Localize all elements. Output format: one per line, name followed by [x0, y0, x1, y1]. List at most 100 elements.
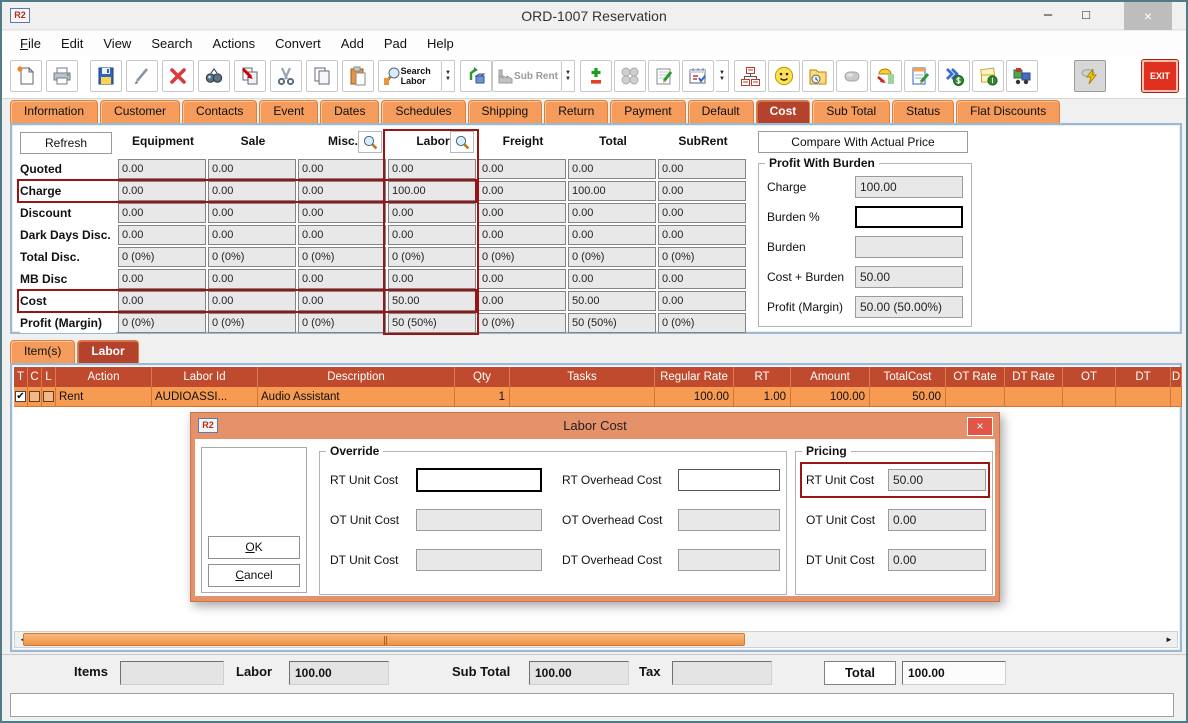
col-c[interactable]: C [28, 367, 42, 387]
convert-button[interactable] [460, 60, 492, 92]
close-button[interactable]: × [1124, 2, 1172, 30]
col-action[interactable]: Action [56, 367, 152, 387]
menu-actions[interactable]: Actions [203, 34, 266, 53]
tab-contacts[interactable]: Contacts [182, 100, 257, 123]
sub-rent-button[interactable]: Sub Rent [492, 60, 562, 92]
col-ot-rate[interactable]: OT Rate [946, 367, 1005, 387]
l-checkbox[interactable] [43, 391, 54, 402]
c-checkbox[interactable] [29, 391, 40, 402]
truck-goods-icon [1011, 65, 1033, 87]
labor-search-button[interactable] [450, 131, 474, 153]
misc-search-button[interactable] [358, 131, 382, 153]
tab-labor[interactable]: Labor [77, 340, 138, 363]
cancel-button[interactable]: Cancel [208, 564, 300, 587]
shipping-truck-button[interactable] [1006, 60, 1038, 92]
col-rt[interactable]: RT [734, 367, 791, 387]
scroll-right-button[interactable]: ► [1161, 632, 1177, 647]
copy-button[interactable] [306, 60, 338, 92]
col-t[interactable]: T [14, 367, 28, 387]
tab-schedules[interactable]: Schedules [381, 100, 465, 123]
billing-notes-button[interactable] [972, 60, 1004, 92]
tab-dates[interactable]: Dates [320, 100, 379, 123]
cost-cell: 0.00 [298, 203, 386, 223]
minimize-button[interactable]: – [1032, 2, 1064, 30]
print-button[interactable] [46, 60, 78, 92]
col-d[interactable]: D [1171, 367, 1182, 387]
col-ot[interactable]: OT [1063, 367, 1116, 387]
delete-button[interactable] [162, 60, 194, 92]
menu-search[interactable]: Search [141, 34, 202, 53]
status-bar-input[interactable] [10, 693, 1174, 717]
save-button[interactable] [90, 60, 122, 92]
tab-cost[interactable]: Cost [756, 100, 811, 123]
tab-return[interactable]: Return [544, 100, 608, 123]
burden-pct-input[interactable] [855, 206, 963, 228]
col-l[interactable]: L [42, 367, 56, 387]
notes-button[interactable] [648, 60, 680, 92]
col-description[interactable]: Description [258, 367, 455, 387]
search-labor-button[interactable]: Search Labor [378, 60, 442, 92]
scrollbar-thumb[interactable] [23, 633, 745, 646]
col-dt-rate[interactable]: DT Rate [1005, 367, 1063, 387]
col-qty[interactable]: Qty [455, 367, 510, 387]
rt-unit-cost-input[interactable] [416, 468, 542, 492]
col-labor-id[interactable]: Labor Id [152, 367, 258, 387]
calendar-button[interactable] [682, 60, 714, 92]
tab-event[interactable]: Event [259, 100, 318, 123]
refresh-button[interactable]: Refresh [20, 132, 112, 154]
maximize-button[interactable]: □ [1070, 2, 1102, 30]
edit-pen-button[interactable] [126, 60, 158, 92]
menu-convert[interactable]: Convert [265, 34, 331, 53]
col-amount[interactable]: Amount [791, 367, 870, 387]
menu-add[interactable]: Add [331, 34, 374, 53]
col-dt[interactable]: DT [1116, 367, 1171, 387]
dialog-body: OK Cancel Override RT Unit Cost RT Overh… [195, 439, 995, 596]
tab-payment[interactable]: Payment [610, 100, 685, 123]
tab-items[interactable]: Item(s) [10, 340, 75, 363]
rt-overhead-cost-input[interactable] [678, 469, 780, 491]
col-total-cost[interactable]: TotalCost [870, 367, 946, 387]
menu-help[interactable]: Help [417, 34, 464, 53]
menu-view[interactable]: View [93, 34, 141, 53]
dialog-close-button[interactable]: × [967, 417, 993, 436]
cost-cell: 0.00 [658, 203, 746, 223]
cell-amount: 100.00 [791, 387, 870, 406]
tab-sub-total[interactable]: Sub Total [812, 100, 890, 123]
tab-default[interactable]: Default [688, 100, 754, 123]
payment-forward-button[interactable] [938, 60, 970, 92]
tab-flat-discounts[interactable]: Flat Discounts [956, 100, 1060, 123]
calendar-dropdown[interactable]: ▼▼ [716, 60, 729, 92]
new-document-button[interactable] [10, 60, 42, 92]
smiley-button[interactable] [768, 60, 800, 92]
paste-button[interactable] [342, 60, 374, 92]
col-tasks[interactable]: Tasks [510, 367, 655, 387]
sub-rent-dropdown[interactable]: ▼▼ [562, 60, 575, 92]
folder-history-button[interactable] [802, 60, 834, 92]
org-chart-button[interactable] [734, 60, 766, 92]
tab-information[interactable]: Information [10, 100, 98, 123]
t-checkbox[interactable]: ✔ [15, 391, 26, 402]
cut-button[interactable] [270, 60, 302, 92]
labor-table-row[interactable]: ✔ Rent AUDIOASSI... Audio Assistant 1 10… [14, 387, 1182, 407]
cost-cell: 0.00 [118, 269, 206, 289]
exit-button[interactable]: EXIT [1142, 60, 1178, 92]
tab-customer[interactable]: Customer [100, 100, 180, 123]
crew-assign-button[interactable] [870, 60, 902, 92]
search-labor-label: Search Labor [401, 66, 438, 86]
delete-x-icon [167, 65, 189, 87]
add-remove-button[interactable] [580, 60, 612, 92]
copy-to-document-button[interactable] [234, 60, 266, 92]
menu-pad[interactable]: Pad [374, 34, 417, 53]
tab-shipping[interactable]: Shipping [468, 100, 543, 123]
compare-with-actual-price-button[interactable]: Compare With Actual Price [758, 131, 968, 153]
group-items-button[interactable] [614, 60, 646, 92]
menu-edit[interactable]: Edit [51, 34, 93, 53]
tab-status[interactable]: Status [892, 100, 954, 123]
memo-edit-button[interactable] [904, 60, 936, 92]
col-regular-rate[interactable]: Regular Rate [655, 367, 734, 387]
quick-action-button[interactable] [1074, 60, 1106, 92]
menu-file[interactable]: File [10, 34, 51, 53]
find-button[interactable] [198, 60, 230, 92]
ok-button[interactable]: OK [208, 536, 300, 559]
search-labor-dropdown[interactable]: ▼▼ [442, 60, 455, 92]
